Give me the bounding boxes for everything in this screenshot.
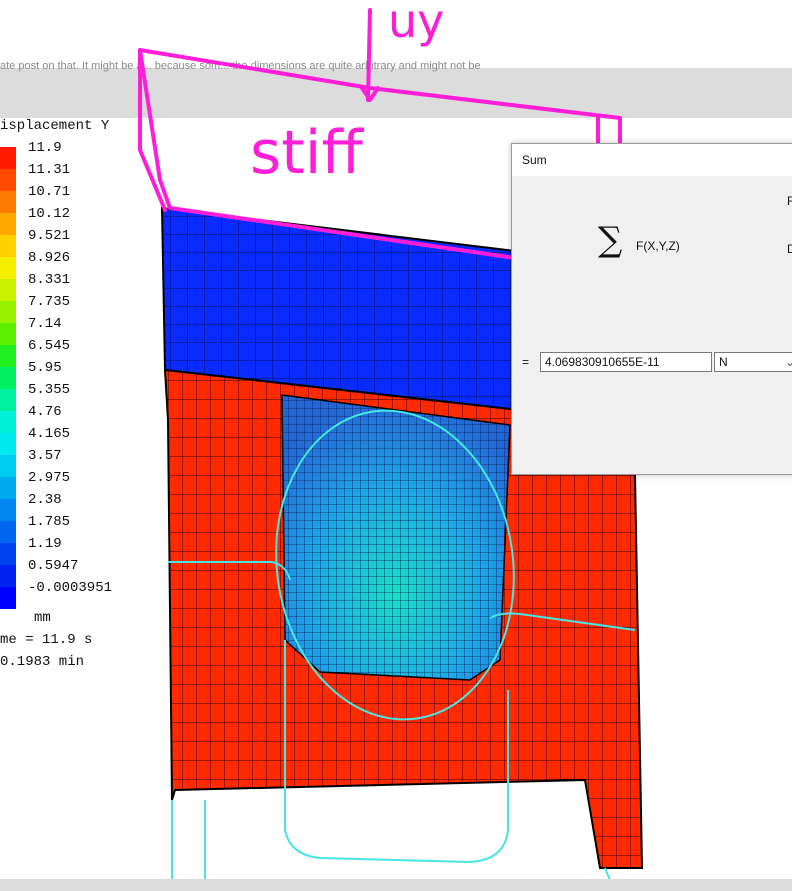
legend-row: 10.12 [0, 204, 140, 235]
legend-value: 7.14 [28, 316, 62, 332]
uy-label: uy [388, 0, 445, 48]
legend-row: -0.0003951 [0, 578, 140, 609]
dialog-title: Sum [522, 153, 547, 167]
legend-value: 4.165 [28, 426, 71, 442]
legend-value: 5.355 [28, 382, 71, 398]
legend-value: 1.19 [28, 536, 62, 552]
legend-row: 2.975 [0, 468, 140, 499]
legend-value: 10.12 [28, 206, 71, 222]
legend-value: 8.331 [28, 272, 71, 288]
chevron-down-icon[interactable]: ⌄ [785, 353, 792, 371]
legend-row: 9.521 [0, 226, 140, 257]
label-f: F [787, 194, 792, 208]
unit-value: N [719, 355, 728, 369]
sigma-icon: ∑ [598, 220, 623, 260]
legend-value: 0.5947 [28, 558, 79, 574]
bottom-gray-band [0, 879, 792, 891]
legend-value: 10.71 [28, 184, 71, 200]
legend-row: 4.76 [0, 402, 140, 433]
legend-value: 8.926 [28, 250, 71, 266]
stiff-label: stiff [250, 118, 363, 188]
legend-value: 7.735 [28, 294, 71, 310]
legend-value: 9.521 [28, 228, 71, 244]
label-d: D [787, 242, 792, 256]
legend-row: 8.331 [0, 270, 140, 301]
legend-value: 4.76 [28, 404, 62, 420]
result-field[interactable]: 4.069830910655E-11 [540, 352, 712, 372]
legend-row: 11.31 [0, 160, 140, 191]
legend-row: 3.57 [0, 446, 140, 477]
legend-value: 11.9 [28, 140, 62, 156]
legend-value: 5.95 [28, 360, 62, 376]
legend-value: 6.545 [28, 338, 71, 354]
time-seconds: me = 11.9 s [0, 632, 93, 648]
legend-value: -0.0003951 [28, 580, 113, 596]
legend-unit: mm [34, 610, 51, 626]
legend-swatch [0, 587, 16, 609]
legend-row: 7.14 [0, 314, 140, 345]
cavity-mesh [281, 394, 511, 681]
legend-row: 6.545 [0, 336, 140, 367]
legend-row: 7.735 [0, 292, 140, 323]
legend-value: 3.57 [28, 448, 62, 464]
legend-row: 5.95 [0, 358, 140, 389]
legend-row: 5.355 [0, 380, 140, 411]
legend-title: isplacement Y [0, 118, 110, 134]
legend-row: 10.71 [0, 182, 140, 213]
legend-row: 2.38 [0, 490, 140, 521]
legend-row: 1.19 [0, 534, 140, 565]
legend-row: 11.9 [0, 138, 140, 169]
time-minutes: 0.1983 min [0, 654, 85, 670]
legend-row: 4.165 [0, 424, 140, 455]
equals-sign: = [522, 355, 530, 369]
unit-select[interactable]: N ⌄ [714, 352, 792, 372]
legend-value: 2.975 [28, 470, 71, 486]
legend-value: 1.785 [28, 514, 71, 530]
legend-row: 1.785 [0, 512, 140, 543]
legend-row: 0.5947 [0, 556, 140, 587]
legend-value: 11.31 [28, 162, 71, 178]
function-label: F(X,Y,Z) [636, 239, 680, 253]
legend-row: 8.926 [0, 248, 140, 279]
legend-value: 2.38 [28, 492, 62, 508]
sum-dialog[interactable]: Sum ∑ F(X,Y,Z) F D = 4.069830910655E-11 … [511, 143, 792, 475]
dialog-titlebar[interactable]: Sum [512, 144, 792, 176]
